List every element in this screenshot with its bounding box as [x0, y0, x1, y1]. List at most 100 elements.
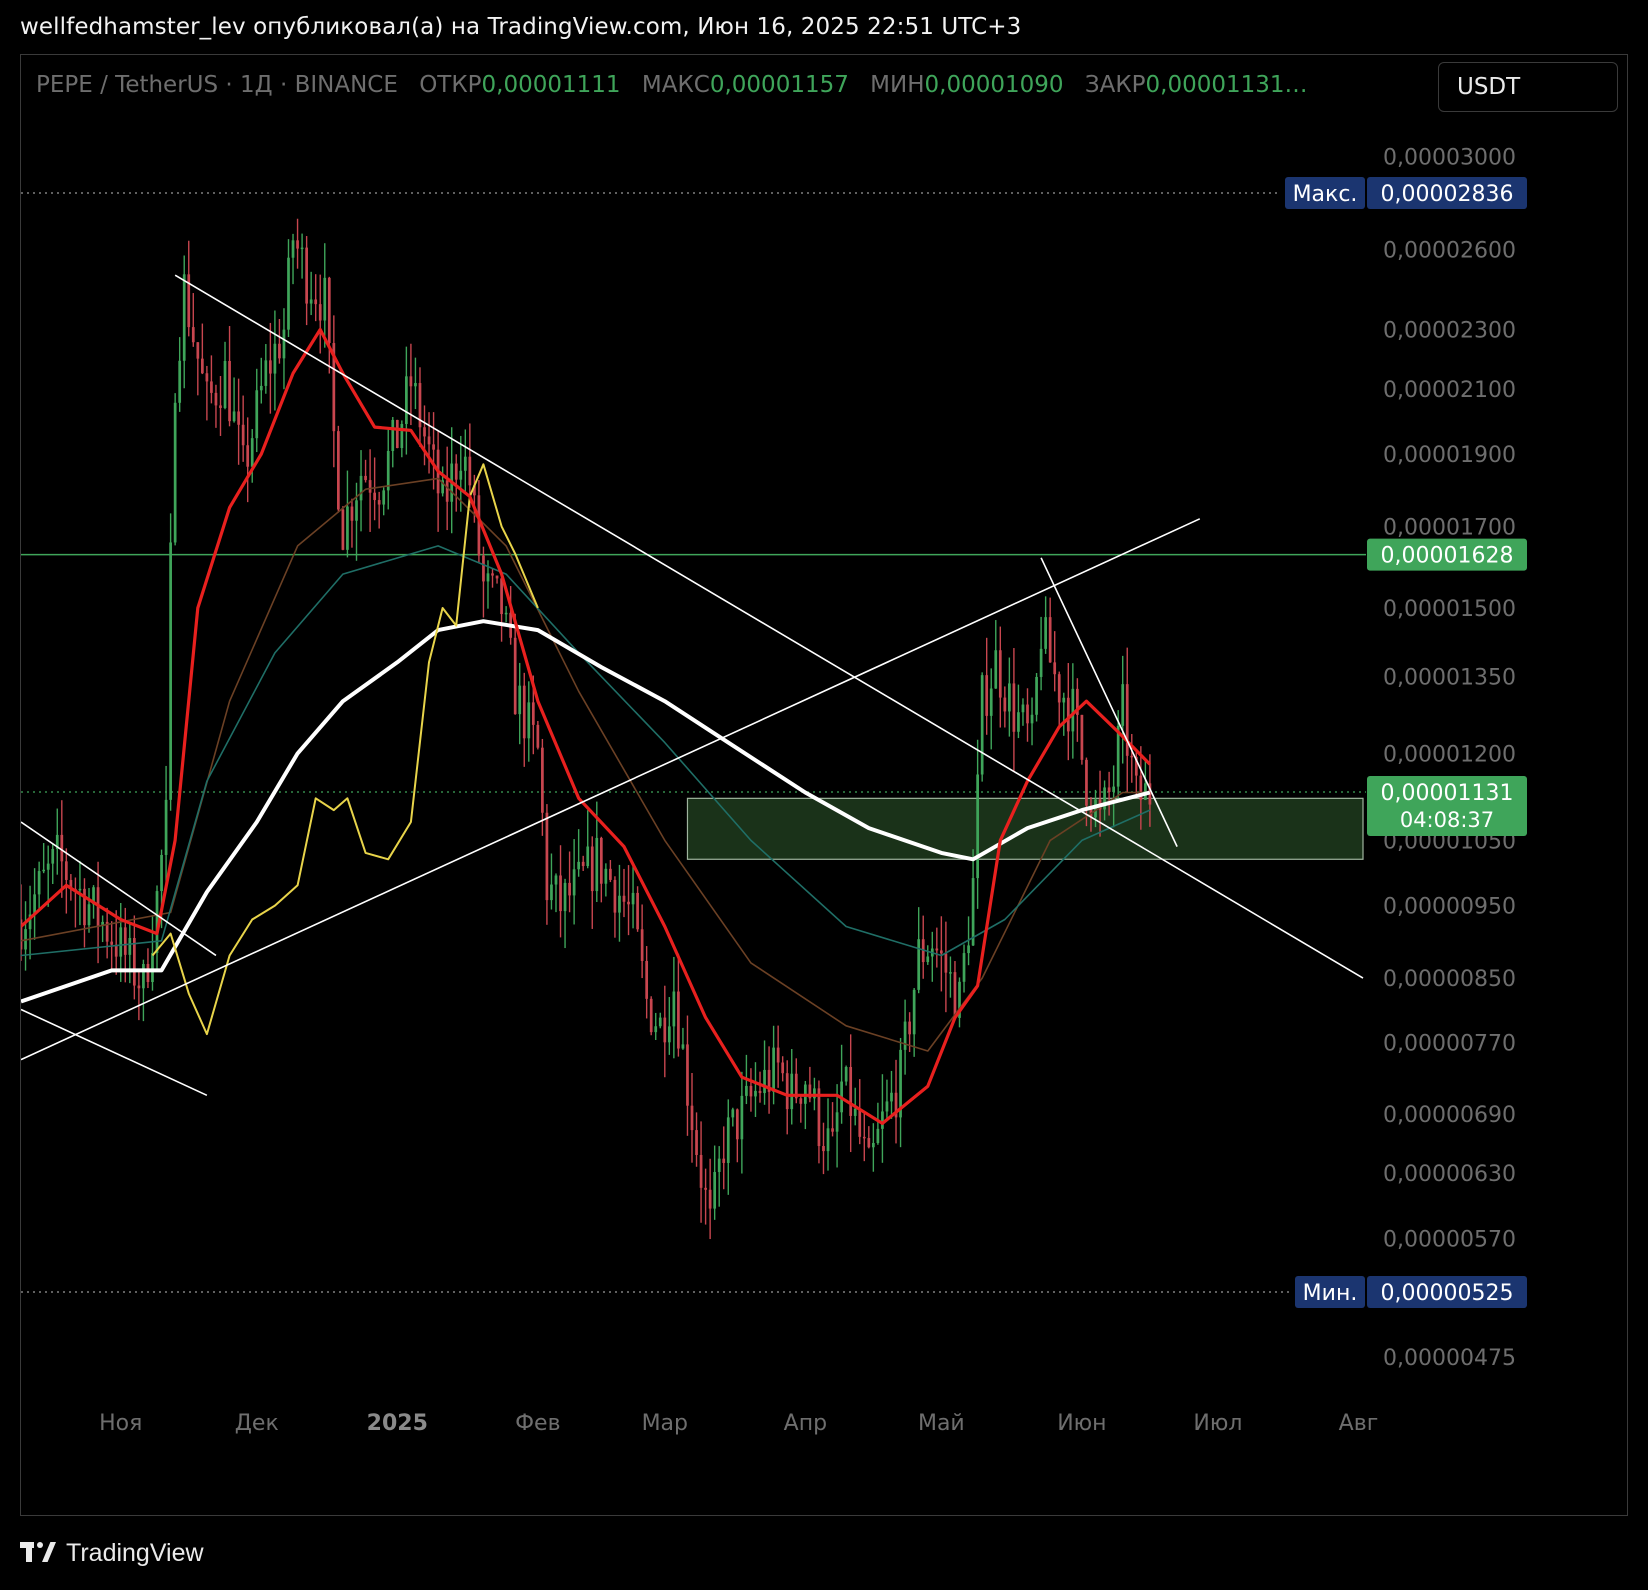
price-chart[interactable]: 0,00003000 0,00002600 0,00002300 0,00002100…: [21, 55, 1627, 1515]
chart-frame[interactable]: 0,00003000 0,00002600 0,00002300 0,00002100…: [20, 54, 1628, 1516]
candle-body: [1057, 674, 1061, 703]
candle-body: [640, 929, 644, 961]
x-tick-label: Фев: [515, 1411, 560, 1436]
candle-body: [577, 861, 581, 870]
candle-body: [1030, 714, 1034, 724]
candle-body: [486, 573, 490, 582]
candle-body: [876, 1128, 880, 1143]
candle-body: [327, 277, 331, 344]
currency-selector[interactable]: USDT: [1438, 62, 1618, 112]
candle-body: [658, 1017, 662, 1027]
candle-body: [649, 998, 653, 1033]
candle-body: [250, 438, 254, 467]
candle-body: [903, 1021, 907, 1050]
candle-body: [173, 402, 177, 543]
x-tick-label: Июл: [1193, 1411, 1242, 1436]
trendline: [174, 274, 1364, 979]
candle-body: [373, 492, 376, 501]
candle-body: [114, 944, 118, 957]
candle-body: [1071, 688, 1075, 732]
candle-body: [237, 411, 240, 425]
candle-body: [463, 456, 467, 471]
candle-body: [785, 1073, 789, 1110]
countdown-text: 04:08:37: [1400, 808, 1494, 832]
y-tick-label: 0,00002100: [1383, 378, 1516, 403]
candle-body: [60, 834, 64, 862]
candle-body: [871, 1142, 875, 1148]
low-label: МИН: [870, 72, 925, 98]
candle-body: [51, 849, 55, 864]
close-value: 0,00001131…: [1145, 72, 1308, 98]
open-value: 0,00001111: [481, 72, 621, 98]
candle-body: [980, 675, 984, 775]
candle-body: [182, 274, 186, 361]
candle-body: [1066, 697, 1070, 732]
candle-body: [278, 343, 281, 359]
y-tick-label: 0,00001200: [1383, 742, 1516, 767]
candle-body: [191, 327, 195, 343]
candle-body: [704, 1187, 707, 1190]
candle-body: [110, 941, 114, 945]
candle-body: [568, 882, 571, 896]
candle-body: [554, 875, 558, 885]
x-tick-label: 2025: [367, 1411, 428, 1436]
candle-body: [300, 247, 304, 250]
candle-body: [309, 299, 313, 304]
candle-body: [595, 837, 599, 892]
y-tick-label: 0,00000850: [1383, 967, 1516, 992]
candle-body: [1017, 712, 1020, 732]
candle-body: [500, 578, 503, 615]
candle-body: [160, 854, 163, 892]
candle-body: [409, 376, 413, 387]
candle-body: [1048, 617, 1052, 663]
candle-body: [849, 1066, 853, 1116]
candle-body: [255, 390, 259, 439]
candle-body: [1062, 697, 1066, 703]
candle-body: [78, 888, 82, 891]
candle-body: [64, 861, 68, 880]
candle-body: [386, 450, 390, 491]
candle-body: [1021, 704, 1025, 713]
candle-body: [672, 991, 676, 1027]
candle-body: [586, 846, 590, 867]
candle-body: [590, 846, 594, 892]
trendline: [21, 1008, 208, 1097]
candle-body: [268, 360, 272, 374]
candle-body: [232, 411, 236, 422]
candle-body: [323, 277, 327, 321]
candle-body: [350, 506, 354, 521]
candle-body: [645, 960, 649, 999]
candle-body: [368, 480, 372, 493]
candle-body: [627, 901, 630, 905]
candle-body: [790, 1073, 794, 1110]
symbol-label: PEPE / TetherUS · 1Д · BINANCE: [36, 72, 398, 98]
y-tick-label: 0,00001900: [1383, 443, 1516, 468]
candle-body: [749, 1085, 753, 1097]
candle-body: [282, 329, 286, 359]
candle-body: [713, 1172, 717, 1209]
candle-body: [228, 360, 231, 422]
candle-body: [142, 963, 145, 989]
candle-body: [432, 444, 435, 450]
candle-body: [609, 868, 612, 880]
tradingview-logo[interactable]: TradingView: [20, 1536, 204, 1570]
candle-body: [881, 1111, 884, 1129]
candle-body: [491, 573, 494, 576]
open-label: ОТКР: [419, 72, 482, 98]
candle-body: [87, 904, 91, 926]
candle-body: [164, 799, 168, 855]
candle-body: [214, 392, 218, 406]
candle-body: [318, 304, 322, 321]
candle-body: [1026, 704, 1029, 724]
candle-body: [341, 509, 345, 550]
candle-body: [985, 675, 989, 716]
candle-body: [944, 953, 948, 973]
candle-body: [799, 1098, 803, 1104]
ma-teal-line: [21, 545, 1151, 957]
candle-body: [359, 475, 363, 501]
candle-body: [989, 688, 993, 716]
candle-body: [305, 247, 308, 304]
candle-body: [178, 360, 182, 403]
candle-body: [735, 1109, 739, 1140]
max-value-text: 0,00002836: [1381, 182, 1514, 207]
